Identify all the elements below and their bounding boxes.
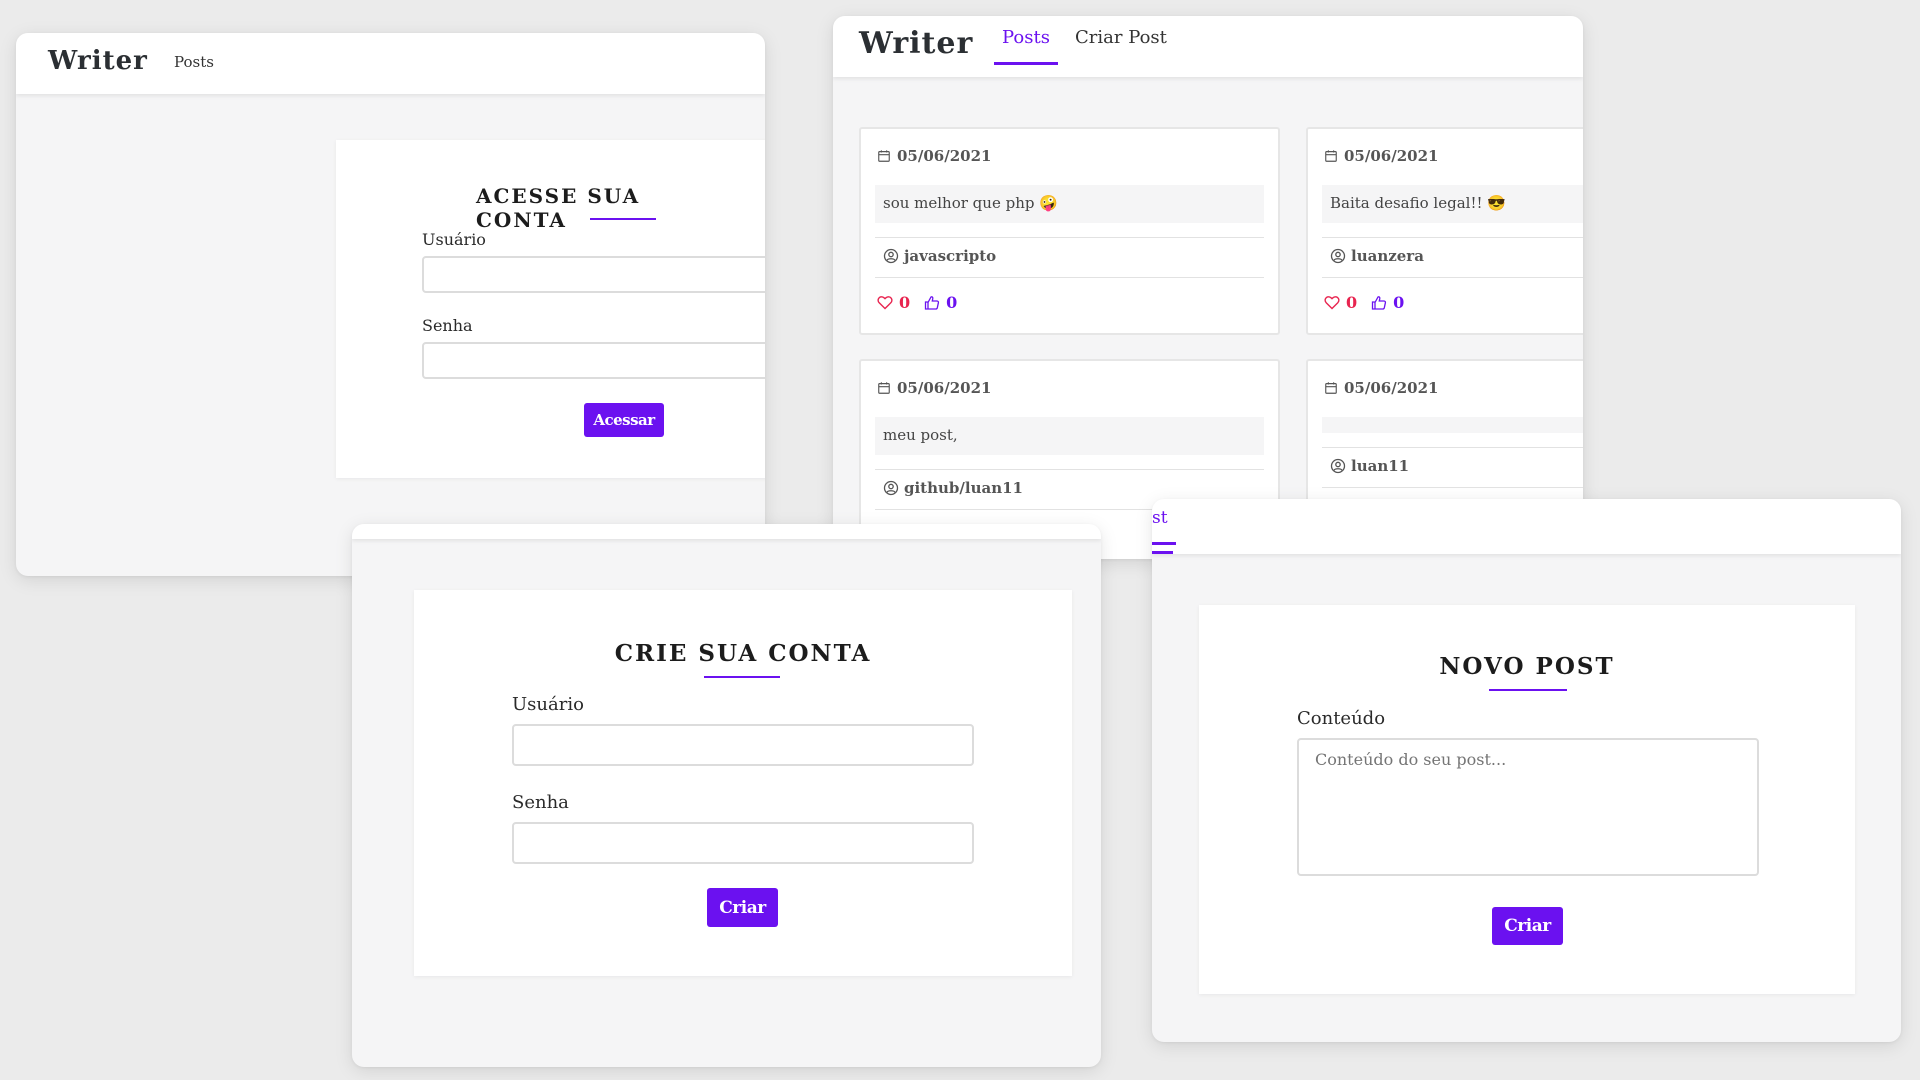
user-circle-icon	[1330, 248, 1346, 264]
post-content: Baita desafio legal!! 😎	[1322, 185, 1583, 223]
login-navbar: Writer Posts	[16, 33, 765, 94]
post-stats: 0 0	[1324, 293, 1404, 312]
calendar-icon	[1324, 149, 1338, 163]
thumbs-up-count: 0	[1393, 293, 1405, 312]
post-date: 05/06/2021	[877, 147, 991, 165]
post-author: luanzera	[1330, 247, 1424, 265]
signup-title-underline	[704, 676, 780, 678]
newpost-navbar: st	[1152, 499, 1901, 554]
post-stats: 0 0	[877, 293, 957, 312]
divider	[1322, 487, 1583, 488]
signup-pass-input[interactable]	[512, 822, 974, 864]
post-author-name: javascripto	[904, 247, 997, 265]
post-date-text: 05/06/2021	[897, 147, 992, 165]
divider	[875, 469, 1264, 470]
user-circle-icon	[883, 480, 899, 496]
signup-window: CRIE SUA CONTA Usuário Senha Criar	[352, 524, 1101, 1067]
post-content: sou melhor que php 🤪	[875, 185, 1264, 223]
user-circle-icon	[1330, 458, 1346, 474]
login-card: ACESSE SUA CONTA Usuário Senha Acessar	[336, 140, 765, 478]
nav-create-post-link[interactable]: st	[1152, 508, 1175, 545]
signup-submit-button[interactable]: Criar	[707, 888, 778, 927]
post-date-text: 05/06/2021	[1344, 379, 1439, 397]
divider	[1322, 237, 1583, 238]
post-date: 05/06/2021	[877, 379, 991, 397]
active-tab-indicator	[1152, 551, 1173, 554]
newpost-title-underline	[1489, 689, 1567, 691]
calendar-icon	[1324, 381, 1338, 395]
login-pass-input[interactable]	[422, 342, 765, 379]
feed-navbar: Writer Posts Criar Post	[833, 16, 1583, 77]
user-circle-icon	[883, 248, 899, 264]
newpost-content-textarea[interactable]	[1297, 738, 1759, 876]
brand-logo[interactable]: Writer	[859, 26, 973, 61]
post-date: 05/06/2021	[1324, 379, 1438, 397]
post-author: luan11	[1330, 457, 1409, 475]
divider	[875, 277, 1264, 278]
login-user-input[interactable]	[422, 256, 765, 293]
login-title: ACESSE SUA CONTA	[476, 184, 641, 232]
thumbs-up-icon	[924, 295, 940, 311]
heart-icon	[877, 295, 893, 310]
post-author: javascripto	[883, 247, 996, 265]
brand-logo[interactable]: Writer	[48, 46, 148, 76]
post-author-name: luanzera	[1351, 247, 1424, 265]
like-button[interactable]: 0	[1324, 293, 1357, 312]
post-card: 05/06/2021 Baita desafio legal!! 😎 luanz…	[1306, 127, 1583, 335]
thumbs-up-button[interactable]: 0	[924, 293, 957, 312]
post-date-text: 05/06/2021	[897, 379, 992, 397]
post-card: 05/06/2021 sou melhor que php 🤪 javascri…	[859, 127, 1280, 335]
post-author-name: github/luan11	[904, 479, 1023, 497]
calendar-icon	[877, 381, 891, 395]
like-count: 0	[899, 293, 911, 312]
post-date-text: 05/06/2021	[1344, 147, 1439, 165]
post-content	[1322, 417, 1583, 433]
thumbs-up-count: 0	[946, 293, 958, 312]
login-window: Writer Posts ACESSE SUA CONTA Usuário Se…	[16, 33, 765, 576]
like-count: 0	[1346, 293, 1358, 312]
thumbs-up-icon	[1371, 295, 1387, 311]
nav-create-post-link[interactable]: Criar Post	[1075, 27, 1167, 48]
divider	[875, 237, 1264, 238]
signup-pass-label: Senha	[512, 792, 569, 813]
signup-title: CRIE SUA CONTA	[614, 640, 872, 667]
newpost-submit-button[interactable]: Criar	[1492, 907, 1563, 945]
thumbs-up-button[interactable]: 0	[1371, 293, 1404, 312]
divider	[1322, 277, 1583, 278]
post-author-name: luan11	[1351, 457, 1410, 475]
signup-navbar	[352, 524, 1101, 539]
signup-user-input[interactable]	[512, 724, 974, 766]
heart-icon	[1324, 295, 1340, 310]
login-user-label: Usuário	[422, 230, 486, 249]
divider	[1322, 447, 1583, 448]
login-submit-button[interactable]: Acessar	[584, 403, 664, 437]
newpost-window: st NOVO POST Conteúdo Criar	[1152, 499, 1901, 1042]
newpost-title: NOVO POST	[1439, 653, 1615, 680]
signup-card: CRIE SUA CONTA Usuário Senha Criar	[414, 590, 1072, 976]
like-button[interactable]: 0	[877, 293, 910, 312]
nav-posts-link[interactable]: Posts	[174, 53, 214, 71]
login-pass-label: Senha	[422, 316, 473, 335]
feed-window: Writer Posts Criar Post 05/06/2021 sou m…	[833, 16, 1583, 559]
calendar-icon	[877, 149, 891, 163]
newpost-content-label: Conteúdo	[1297, 708, 1386, 729]
nav-posts-link[interactable]: Posts	[994, 27, 1058, 65]
newpost-card: NOVO POST Conteúdo Criar	[1199, 605, 1855, 994]
login-title-underline	[590, 218, 656, 220]
signup-user-label: Usuário	[512, 694, 584, 715]
post-date: 05/06/2021	[1324, 147, 1438, 165]
post-author: github/luan11	[883, 479, 1023, 497]
post-content: meu post,	[875, 417, 1264, 455]
